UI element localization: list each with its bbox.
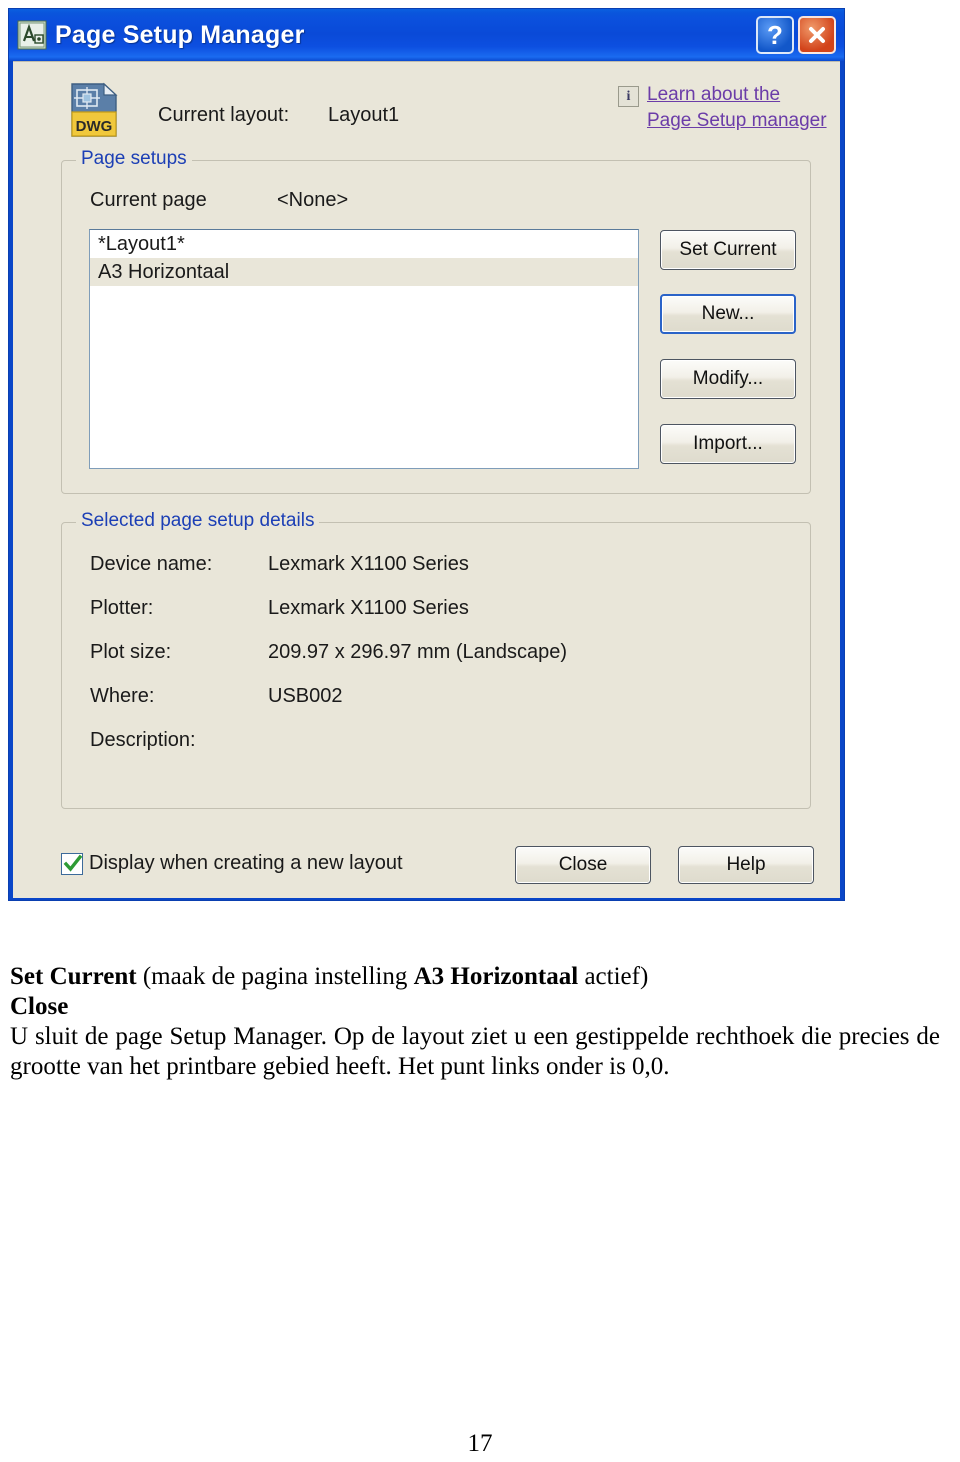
device-name-value: Lexmark X1100 Series (268, 553, 469, 575)
dialog-footer: Display when creating a new layout Close… (13, 844, 840, 890)
header-row: DWG Current layout: Layout1 i Learn abou… (13, 62, 840, 148)
title-bar-buttons: ? (756, 16, 836, 54)
page-setups-listbox[interactable]: *Layout1* A3 Horizontaal (89, 229, 639, 469)
autocad-icon (17, 20, 47, 50)
dialog-body: DWG Current layout: Layout1 i Learn abou… (13, 61, 840, 898)
set-current-desc-b: actief) (578, 963, 649, 990)
device-name-label: Device name: (90, 553, 213, 575)
current-layout-label: Current layout: (158, 104, 290, 126)
current-layout-value: Layout1 (328, 104, 400, 126)
current-page-value: <None> (277, 189, 349, 211)
set-current-desc-a: (maak de pagina instelling (136, 963, 414, 990)
doc-line-close: Close (10, 992, 950, 1022)
plotter-label: Plotter: (90, 597, 154, 619)
help-button[interactable]: Help (678, 846, 814, 884)
plotter-value: Lexmark X1100 Series (268, 597, 469, 619)
document-text: Set Current (maak de pagina instelling A… (10, 962, 950, 1082)
page-setup-manager-dialog: Page Setup Manager ? DWG Current layout:… (8, 8, 845, 901)
set-current-button[interactable]: Set Current (660, 230, 796, 270)
plot-size-value: 209.97 x 296.97 mm (Landscape) (268, 641, 568, 663)
learn-about-link-line2[interactable]: Page Setup manager (647, 108, 827, 134)
checkbox-box[interactable] (61, 852, 83, 875)
svg-text:DWG: DWG (76, 118, 113, 135)
info-icon: i (618, 86, 639, 107)
list-item[interactable]: A3 Horizontaal (90, 258, 638, 286)
checkbox-label: Display when creating a new layout (89, 852, 403, 874)
plot-size-label: Plot size: (90, 641, 172, 663)
title-bar: Page Setup Manager ? (9, 9, 844, 61)
details-group-title: Selected page setup details (76, 510, 320, 532)
display-on-new-layout-checkbox[interactable]: Display when creating a new layout (61, 852, 403, 875)
page-number: 17 (467, 1430, 493, 1457)
set-current-term: Set Current (10, 963, 137, 990)
doc-line-set-current: Set Current (maak de pagina instelling A… (10, 962, 950, 992)
learn-about-block: i Learn about the Page Setup manager (618, 82, 827, 134)
page-setups-group-title: Page setups (76, 148, 192, 170)
dwg-file-icon: DWG (68, 82, 120, 138)
learn-about-link-line1[interactable]: Learn about the (647, 82, 827, 108)
where-value: USB002 (268, 685, 343, 707)
close-term: Close (10, 993, 69, 1020)
import-button[interactable]: Import... (660, 424, 796, 464)
a3-horizontaal-term: A3 Horizontaal (413, 963, 579, 990)
learn-about-links: Learn about the Page Setup manager (647, 82, 827, 134)
check-icon (63, 854, 83, 872)
where-label: Where: (90, 685, 155, 707)
selected-page-setup-details-group: Selected page setup details Device name:… (61, 510, 811, 809)
list-item[interactable]: *Layout1* (90, 230, 638, 258)
page-setups-group: Page setups Current page <None> *Layout1… (61, 148, 811, 494)
current-page-label: Current page (90, 189, 207, 211)
close-icon[interactable] (798, 16, 836, 54)
doc-paragraph: U sluit de page Setup Manager. Op de lay… (10, 1023, 940, 1080)
new-button[interactable]: New... (660, 294, 796, 334)
close-button[interactable]: Close (515, 846, 651, 884)
modify-button[interactable]: Modify... (660, 359, 796, 399)
description-label: Description: (90, 729, 196, 751)
help-icon[interactable]: ? (756, 16, 794, 54)
window-title: Page Setup Manager (55, 20, 305, 49)
